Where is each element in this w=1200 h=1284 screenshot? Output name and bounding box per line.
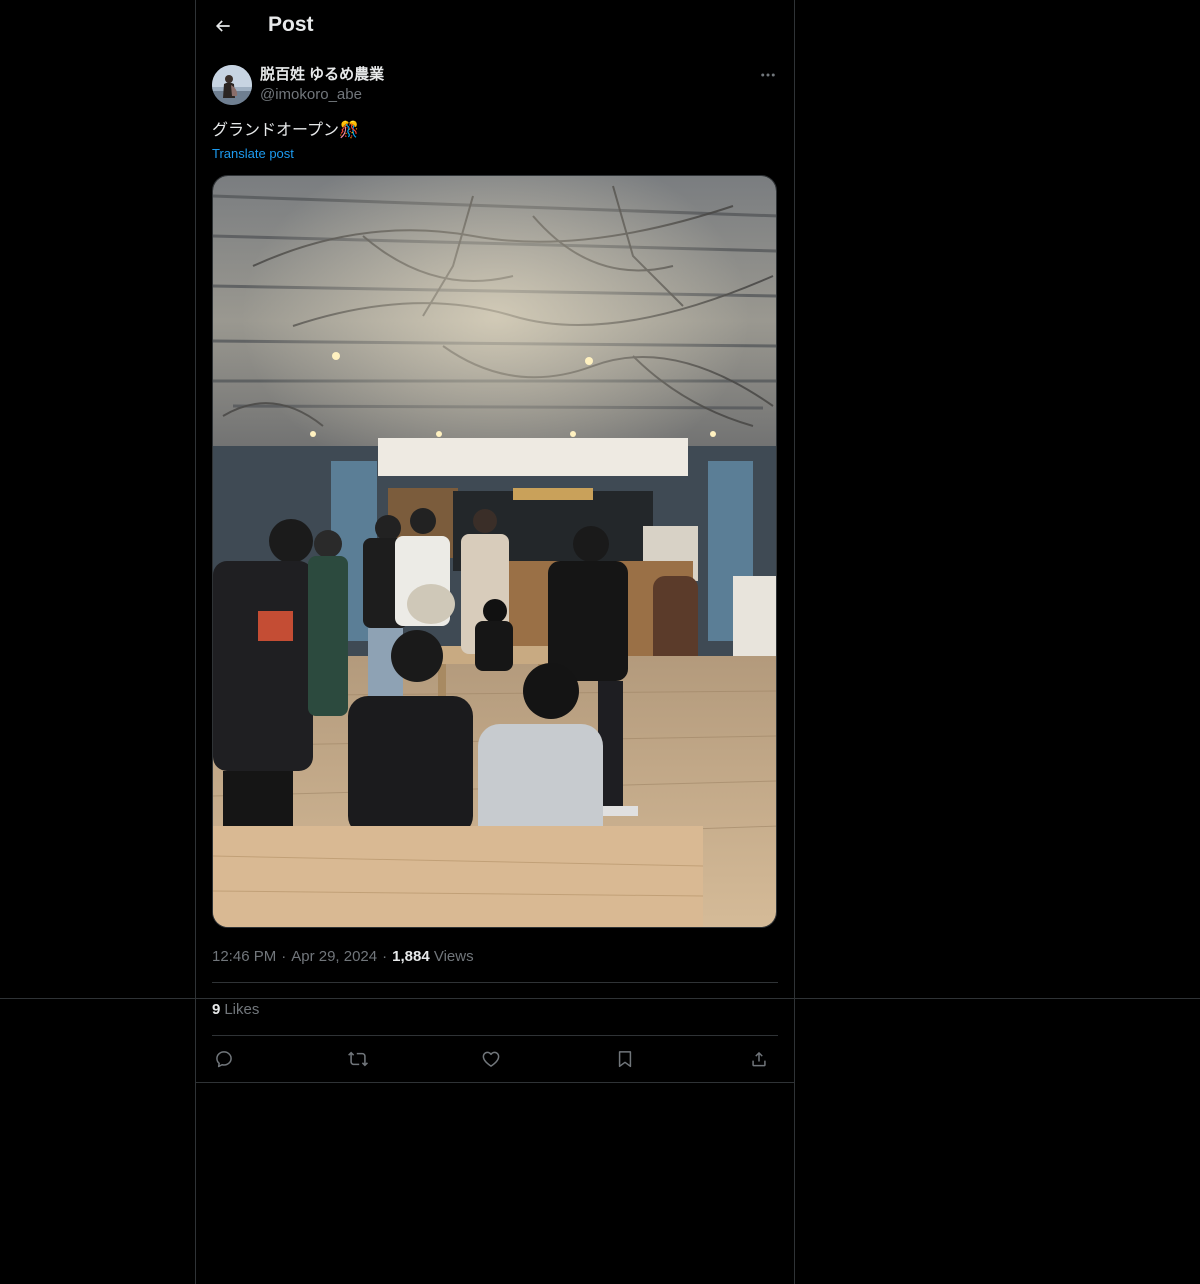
translate-post-link[interactable]: Translate post (212, 146, 294, 161)
repost-icon (348, 1051, 368, 1067)
post-actions-bar (212, 1036, 778, 1082)
share-icon (752, 1051, 766, 1067)
post-bottom-border (196, 1082, 794, 1083)
share-button[interactable] (747, 1047, 771, 1071)
author-info: 脱百姓 ゆるめ農業 @imokoro_abe (260, 66, 384, 105)
page-header: Post (196, 0, 794, 53)
author-display-name[interactable]: 脱百姓 ゆるめ農業 (260, 66, 384, 84)
heart-icon (482, 1051, 500, 1067)
views-count: 1,884 (392, 948, 430, 965)
reply-icon (216, 1051, 232, 1068)
likes-summary[interactable]: 9 Likes (212, 1000, 259, 1020)
primary-column: Post 脱百姓 ゆるめ農業 @imokoro_abe グランドオープン🎊 Tr… (195, 0, 795, 1284)
author-avatar[interactable] (212, 65, 252, 105)
back-button[interactable] (206, 9, 240, 43)
post-metadata: 12:46 PM · Apr 29, 2024 · 1,884 Views (212, 947, 474, 967)
meta-separator: · (382, 948, 388, 965)
bookmark-button[interactable] (613, 1047, 637, 1071)
avatar-image (212, 65, 252, 105)
likes-count: 9 (212, 1001, 221, 1018)
reply-button[interactable] (212, 1047, 236, 1071)
bookmark-icon (618, 1051, 632, 1068)
post-time[interactable]: 12:46 PM (212, 948, 276, 965)
meta-separator: · (281, 948, 287, 965)
like-button[interactable] (479, 1047, 503, 1071)
views-label: Views (433, 948, 474, 965)
post-text: グランドオープン🎊 (212, 122, 359, 139)
repost-button[interactable] (346, 1047, 370, 1071)
post-date[interactable]: Apr 29, 2024 (291, 948, 377, 965)
more-dots-icon (761, 73, 775, 77)
arrow-left-icon (215, 20, 230, 32)
page-title: Post (268, 13, 314, 36)
photo-cafe-interior (213, 176, 776, 927)
likes-label: Likes (224, 1001, 260, 1018)
post-media-image[interactable] (212, 175, 777, 928)
divider (212, 982, 778, 983)
author-handle[interactable]: @imokoro_abe (260, 85, 384, 105)
more-options-button[interactable] (756, 64, 780, 86)
